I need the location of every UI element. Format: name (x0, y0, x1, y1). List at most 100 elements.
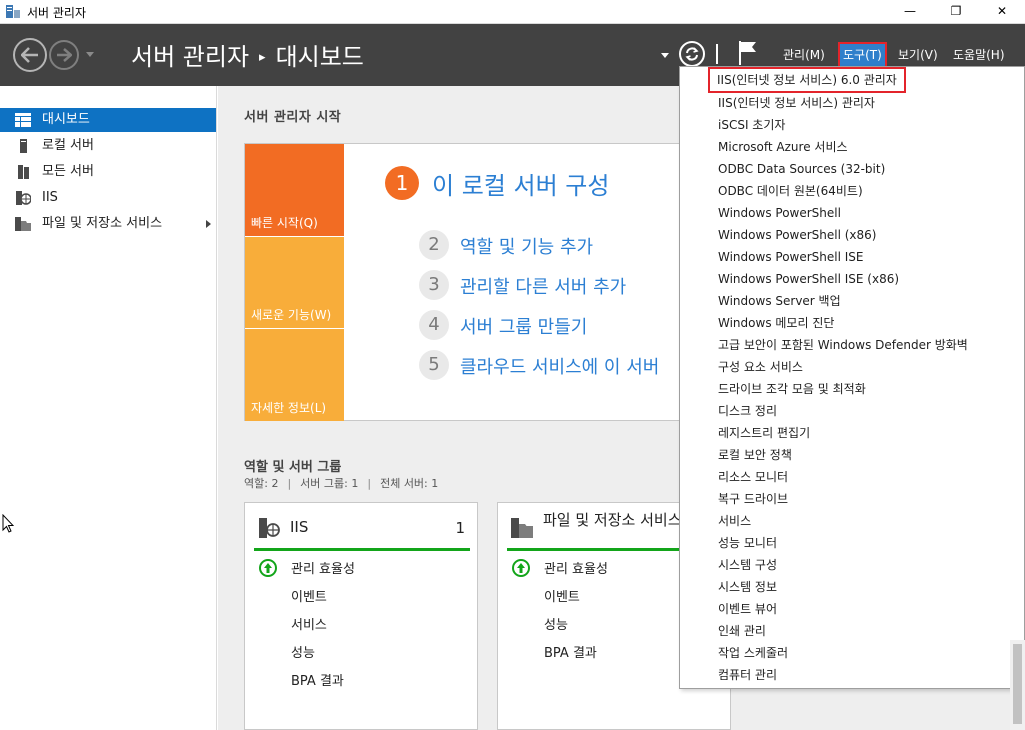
card-row-bpa[interactable]: BPA 결과 (291, 670, 344, 689)
card-row-performance[interactable]: 성능 (544, 614, 568, 633)
refresh-button[interactable] (679, 41, 705, 67)
window-title: 서버 관리자 (27, 6, 87, 20)
tools-item-system-information[interactable]: 시스템 정보 (718, 576, 777, 598)
tools-item-registry-editor[interactable]: 레지스트리 편집기 (718, 422, 810, 444)
step-add-servers[interactable]: 관리할 다른 서버 추가 (460, 273, 626, 299)
roles-summary: 역할: 2 | 서버 그룹: 1 | 전체 서버: 1 (244, 475, 438, 491)
tile-label: 새로운 기능(W) (251, 308, 332, 322)
tools-item-computer-management[interactable]: 컴퓨터 관리 (718, 664, 777, 686)
server-groups-count: 서버 그룹: 1 (300, 477, 359, 490)
step-connect-cloud[interactable]: 클라우드 서비스에 이 서버 (460, 353, 659, 379)
minimize-button[interactable]: — (887, 0, 933, 24)
tools-item-powershell-ise-x86[interactable]: Windows PowerShell ISE (x86) (718, 268, 899, 290)
role-card-title[interactable]: IIS (290, 518, 470, 536)
notification-flag-icon[interactable] (738, 40, 758, 66)
breadcrumb-current: 대시보드 (275, 43, 364, 71)
menu-tools[interactable]: 도구(T) (838, 42, 887, 68)
dashboard-icon (15, 113, 31, 127)
tools-item-system-configuration[interactable]: 시스템 구성 (718, 554, 777, 576)
arrow-left-icon (21, 47, 38, 63)
tools-item-iis-manager[interactable]: IIS(인터넷 정보 서비스) 관리자 (718, 92, 875, 114)
role-card-count: 1 (455, 519, 465, 537)
tools-item-local-security-policy[interactable]: 로컬 보안 정책 (718, 444, 792, 466)
server-manager-app-icon (6, 5, 20, 18)
sidebar: 대시보드 로컬 서버 모든 서버 IIS 파일 및 저장소 서비스 (0, 86, 217, 730)
status-bar (254, 548, 470, 551)
step-number-badge: 2 (419, 230, 449, 260)
tools-item-azure-services[interactable]: Microsoft Azure 서비스 (718, 136, 848, 158)
status-ok-icon (512, 559, 530, 577)
tools-item-iis6-manager[interactable]: IIS(인터넷 정보 서비스) 6.0 관리자 (708, 67, 906, 93)
breadcrumb-dropdown-icon[interactable] (661, 53, 669, 58)
tools-item-odbc-64[interactable]: ODBC 데이터 원본(64비트) (718, 180, 863, 202)
tile-quick-start[interactable]: 빠른 시작(Q) (245, 144, 344, 236)
card-row-events[interactable]: 이벤트 (291, 586, 327, 605)
mouse-cursor-icon (2, 514, 14, 533)
tools-item-event-viewer[interactable]: 이벤트 뷰어 (718, 598, 777, 620)
close-button[interactable]: ✕ (979, 0, 1025, 24)
maximize-button[interactable]: ❐ (933, 0, 979, 24)
title-bar: 서버 관리자 — ❐ ✕ (0, 0, 1025, 24)
iis-icon (16, 191, 31, 205)
sidebar-item-label: 대시보드 (42, 112, 90, 127)
step-add-roles[interactable]: 역할 및 기능 추가 (460, 233, 593, 259)
tools-item-iscsi-initiator[interactable]: iSCSI 초기자 (718, 114, 785, 136)
sidebar-item-dashboard[interactable]: 대시보드 (0, 108, 216, 132)
tools-item-performance-monitor[interactable]: 성능 모니터 (718, 532, 777, 554)
card-row-bpa[interactable]: BPA 결과 (544, 642, 597, 661)
tools-item-resource-monitor[interactable]: 리소스 모니터 (718, 466, 788, 488)
tools-item-defragment[interactable]: 드라이브 조각 모음 및 최적화 (718, 378, 866, 400)
tools-item-component-services[interactable]: 구성 요소 서비스 (718, 356, 803, 378)
breadcrumb: 서버 관리자 ▸ 대시보드 (131, 37, 364, 72)
tools-item-defender-firewall[interactable]: 고급 보안이 포함된 Windows Defender 방화벽 (718, 334, 968, 356)
tools-item-powershell[interactable]: Windows PowerShell (718, 202, 841, 224)
back-button[interactable] (13, 38, 47, 72)
summary-separator: | (287, 477, 292, 490)
scrollbar[interactable] (1010, 640, 1025, 730)
total-servers-count: 전체 서버: 1 (380, 477, 439, 490)
tile-label: 자세한 정보(L) (251, 401, 327, 415)
sidebar-item-iis[interactable]: IIS (0, 186, 216, 210)
sidebar-item-all-servers[interactable]: 모든 서버 (0, 160, 216, 184)
history-dropdown-icon[interactable] (86, 52, 94, 57)
refresh-icon (685, 47, 699, 61)
chevron-right-icon[interactable] (206, 220, 211, 228)
file-storage-icon (15, 217, 31, 231)
step-create-server-group[interactable]: 서버 그룹 만들기 (460, 313, 587, 339)
card-row-events[interactable]: 이벤트 (544, 586, 580, 605)
tools-item-disk-cleanup[interactable]: 디스크 정리 (718, 400, 777, 422)
forward-button[interactable] (49, 40, 79, 70)
tools-item-services[interactable]: 서비스 (718, 510, 751, 532)
tools-item-powershell-ise[interactable]: Windows PowerShell ISE (718, 246, 864, 268)
summary-separator: | (367, 477, 372, 490)
tools-item-recovery-drive[interactable]: 복구 드라이브 (718, 488, 788, 510)
menu-manage[interactable]: 관리(M) (780, 44, 828, 66)
server-icon (20, 139, 27, 153)
menu-help[interactable]: 도움말(H) (950, 44, 1008, 66)
roles-section-title: 역할 및 서버 그룹 (244, 460, 342, 475)
breadcrumb-root[interactable]: 서버 관리자 (131, 43, 249, 71)
step-configure-local-server[interactable]: 이 로컬 서버 구성 (432, 166, 609, 201)
menu-view[interactable]: 보기(V) (895, 44, 941, 66)
sidebar-item-local-server[interactable]: 로컬 서버 (0, 134, 216, 158)
card-row-manageability[interactable]: 관리 효율성 (544, 558, 608, 577)
tools-item-memory-diagnostic[interactable]: Windows 메모리 진단 (718, 312, 834, 334)
sidebar-item-file-storage[interactable]: 파일 및 저장소 서비스 (0, 212, 216, 236)
tools-item-odbc-32[interactable]: ODBC Data Sources (32-bit) (718, 158, 885, 180)
tools-item-powershell-x86[interactable]: Windows PowerShell (x86) (718, 224, 876, 246)
sidebar-item-label: IIS (42, 190, 58, 205)
tools-item-task-scheduler[interactable]: 작업 스케줄러 (718, 642, 788, 664)
tile-label: 빠른 시작(Q) (251, 216, 318, 230)
step-number-badge: 1 (385, 166, 419, 200)
tools-item-print-management[interactable]: 인쇄 관리 (718, 620, 766, 642)
card-row-services[interactable]: 서비스 (291, 614, 327, 633)
card-row-performance[interactable]: 성능 (291, 642, 315, 661)
servers-icon (18, 165, 29, 179)
file-storage-icon (511, 518, 533, 538)
tools-item-server-backup[interactable]: Windows Server 백업 (718, 290, 841, 312)
card-row-manageability[interactable]: 관리 효율성 (291, 558, 355, 577)
tile-learn-more[interactable]: 자세한 정보(L) (245, 329, 344, 421)
tile-whats-new[interactable]: 새로운 기능(W) (245, 237, 344, 328)
arrow-right-icon (57, 48, 72, 62)
role-card-iis[interactable]: IIS 1 관리 효율성 이벤트 서비스 성능 BPA 결과 (244, 502, 478, 730)
